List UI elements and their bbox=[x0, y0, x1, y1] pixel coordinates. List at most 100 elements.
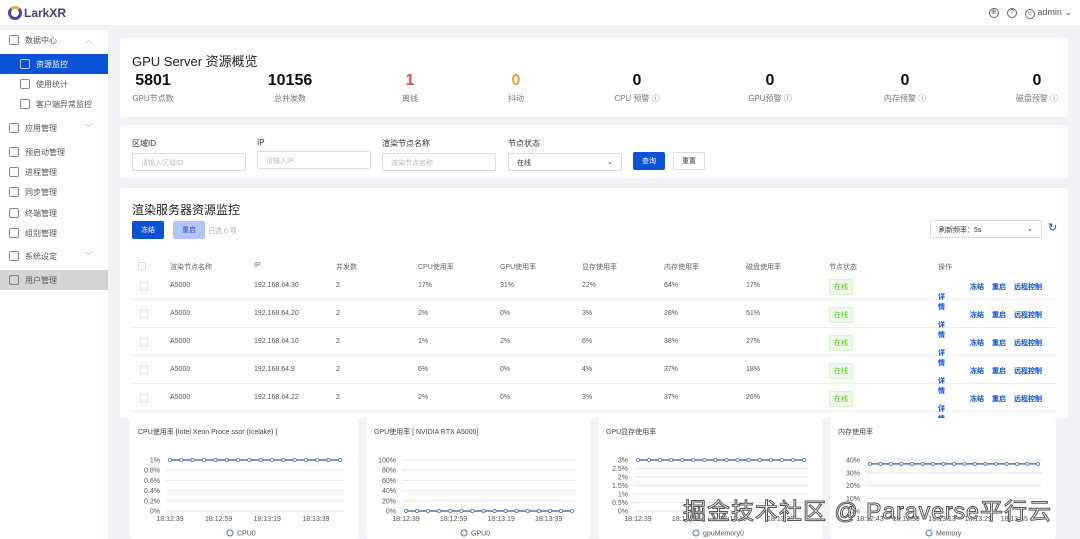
table-row: A5000 192.168.64.30 2 17% 31% 22% 64% 17% 在线 详情 ⌄… bbox=[132, 272, 1056, 311]
reset-button[interactable]: 重置 bbox=[673, 152, 705, 170]
select-all-checkbox[interactable] bbox=[138, 262, 146, 270]
refresh-rate-select[interactable]: 刷新频率：5s ⌄ bbox=[930, 220, 1042, 238]
status-select[interactable]: 在线 ⌄ bbox=[508, 153, 622, 171]
sidebar-item-9[interactable]: 组别管理 bbox=[0, 223, 108, 243]
y-tick-label: 40% bbox=[382, 488, 396, 495]
chart-plot: 0% 0.2% 0.4% 0.6% 0.8% 1% 18:12:39 18:12:59 18:1… bbox=[144, 458, 344, 538]
sidebar-item-6[interactable]: 进程管理 bbox=[0, 162, 108, 182]
restart-link[interactable]: 重启 bbox=[992, 282, 1006, 292]
remote-control-link[interactable]: 远程控制 bbox=[1014, 366, 1042, 376]
restart-link[interactable]: 重启 bbox=[992, 338, 1006, 348]
data-point bbox=[415, 509, 420, 514]
globe-icon[interactable]: ⊕ bbox=[988, 7, 999, 18]
data-point bbox=[647, 458, 652, 463]
sidebar-item-label: 使用统计 bbox=[36, 79, 68, 89]
region-input[interactable]: 请输入区域ID bbox=[132, 153, 246, 171]
freeze-link[interactable]: 冻结 bbox=[970, 282, 984, 292]
sidebar-item-3[interactable]: 客户端异常监控 bbox=[0, 94, 108, 114]
cell: 2 bbox=[336, 366, 340, 373]
restart-link[interactable]: 重启 bbox=[992, 310, 1006, 320]
cell: 22% bbox=[582, 282, 597, 289]
table-card: 渲染服务器资源监控 冻结 重启 已选 0 项 刷新频率：5s ⌄ ↻ 渲染节点名称… bbox=[120, 188, 1068, 423]
bulk-freeze-button[interactable]: 冻结 bbox=[132, 221, 164, 239]
sidebar-item-label: 系统设定 bbox=[25, 251, 57, 261]
row-checkbox[interactable] bbox=[140, 394, 148, 402]
freeze-link[interactable]: 冻结 bbox=[970, 310, 984, 320]
query-button[interactable]: 查询 bbox=[633, 152, 665, 170]
sidebar-item-11[interactable]: 用户管理 bbox=[0, 270, 108, 290]
help-icon[interactable]: ⓘ bbox=[1050, 94, 1058, 103]
help-icon[interactable]: ⓘ bbox=[652, 94, 660, 103]
sidebar-item-0[interactable]: 数据中心 ︿ bbox=[0, 30, 108, 50]
logo[interactable]: LarkXR bbox=[8, 5, 66, 20]
stat-1: 10156 总并发数 bbox=[260, 72, 320, 104]
data-point bbox=[972, 461, 977, 466]
bulk-restart-button[interactable]: 重启 bbox=[173, 221, 205, 239]
status-badge: 在线 bbox=[829, 279, 853, 295]
ip-input[interactable]: 请输入IP bbox=[257, 151, 371, 169]
restart-link[interactable]: 重启 bbox=[992, 394, 1006, 404]
chevron-down-icon: ⌄ bbox=[938, 321, 944, 328]
sidebar-item-8[interactable]: 终端管理 bbox=[0, 203, 108, 223]
remote-control-link[interactable]: 远程控制 bbox=[1014, 282, 1042, 292]
row-checkbox[interactable] bbox=[140, 282, 148, 290]
sidebar-item-7[interactable]: 同步管理 bbox=[0, 182, 108, 202]
chevron-down-icon: ﹀ bbox=[85, 253, 92, 260]
data-point bbox=[680, 458, 685, 463]
cell: 2% bbox=[500, 338, 511, 345]
column-header: GPU使用率 bbox=[500, 264, 537, 271]
stat-label: 内存预警 bbox=[883, 94, 916, 103]
cell: 6% bbox=[582, 338, 593, 345]
data-point bbox=[258, 458, 263, 463]
sidebar-item-5[interactable]: 预启动管理 bbox=[0, 142, 108, 162]
overview-title: GPU Server 资源概览 bbox=[132, 54, 258, 69]
data-point bbox=[910, 461, 915, 466]
sidebar-item-2[interactable]: 使用统计 bbox=[0, 74, 108, 94]
data-point bbox=[269, 458, 274, 463]
help-icon[interactable]: ⓘ bbox=[784, 94, 792, 103]
user-menu[interactable]: ☺ admin ⌄ bbox=[1024, 7, 1072, 19]
sidebar-item-1[interactable]: 资源监控 bbox=[0, 54, 108, 74]
node-name-input[interactable]: 渲染节点名称 bbox=[382, 153, 496, 171]
data-point bbox=[315, 458, 320, 463]
row-checkbox[interactable] bbox=[140, 366, 148, 374]
status-label: 节点状态 bbox=[508, 139, 540, 148]
data-point bbox=[962, 461, 967, 466]
sidebar-item-10[interactable]: 系统设定 ﹀ bbox=[0, 246, 108, 266]
y-tick-label: 0.5% bbox=[612, 500, 628, 507]
data-point bbox=[404, 509, 409, 514]
data-point bbox=[1004, 461, 1009, 466]
sidebar-item-label: 终端管理 bbox=[25, 208, 57, 218]
top-bar: LarkXR ⊕ ? ☺ admin ⌄ bbox=[0, 0, 1080, 25]
freeze-link[interactable]: 冻结 bbox=[970, 338, 984, 348]
logo-icon bbox=[8, 5, 22, 20]
remote-control-link[interactable]: 远程控制 bbox=[1014, 394, 1042, 404]
help-icon[interactable]: ⓘ bbox=[918, 94, 926, 103]
row-checkbox[interactable] bbox=[140, 310, 148, 318]
data-point bbox=[941, 461, 946, 466]
table-title: 渲染服务器资源监控 bbox=[132, 203, 241, 217]
refresh-icon[interactable]: ↻ bbox=[1048, 221, 1057, 234]
settings-icon bbox=[9, 251, 19, 261]
legend-label: Memory bbox=[936, 531, 962, 538]
restart-link[interactable]: 重启 bbox=[992, 366, 1006, 376]
sidebar-item-4[interactable]: 应用管理 ﹀ bbox=[0, 118, 108, 138]
remote-control-link[interactable]: 远程控制 bbox=[1014, 310, 1042, 320]
legend-marker bbox=[226, 529, 234, 537]
freeze-link[interactable]: 冻结 bbox=[970, 366, 984, 376]
y-tick-label: 80% bbox=[382, 468, 396, 475]
region-label: 区域ID bbox=[132, 139, 156, 148]
remote-control-link[interactable]: 远程控制 bbox=[1014, 338, 1042, 348]
stat-2: 1 离线 bbox=[380, 72, 440, 104]
column-header: 内存使用率 bbox=[664, 264, 699, 271]
data-point bbox=[899, 461, 904, 466]
cell: 17% bbox=[418, 282, 433, 289]
help-icon[interactable]: ? bbox=[1006, 7, 1017, 18]
sidebar-item-label: 应用管理 bbox=[25, 123, 57, 133]
row-checkbox[interactable] bbox=[140, 338, 148, 346]
stat-value: 0 bbox=[632, 72, 642, 89]
data-point bbox=[569, 509, 574, 514]
freeze-link[interactable]: 冻结 bbox=[970, 394, 984, 404]
data-point bbox=[920, 461, 925, 466]
data-point bbox=[878, 461, 883, 466]
